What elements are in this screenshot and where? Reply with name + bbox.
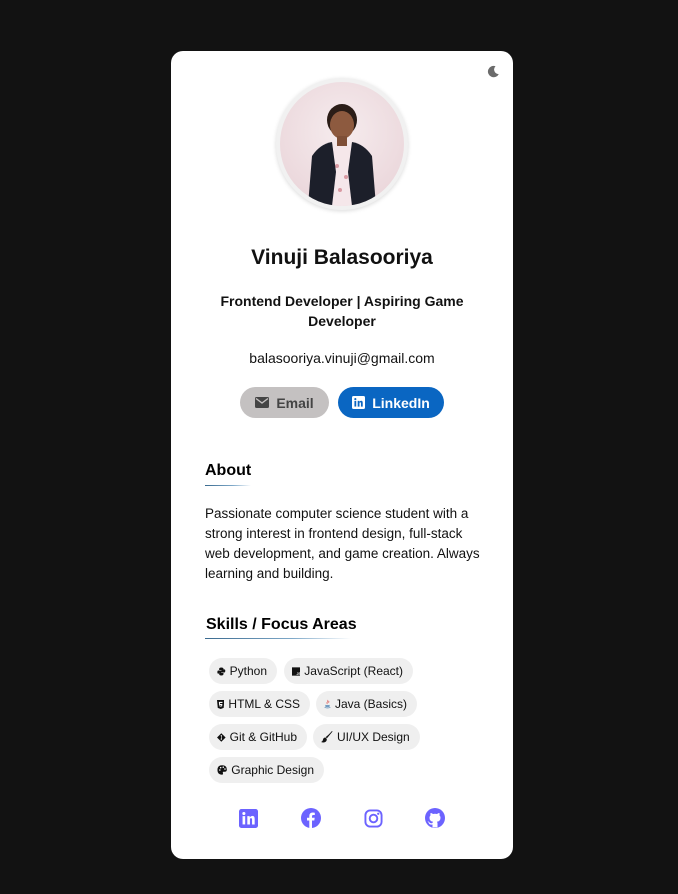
skill-label: JavaScript (React) <box>304 664 403 678</box>
skill-label: Java (Basics) <box>334 697 407 711</box>
about-text: Passionate computer science student with… <box>205 506 480 581</box>
linkedin-button[interactable]: LinkedIn <box>338 387 444 418</box>
about-underline <box>205 485 251 486</box>
instagram-link[interactable] <box>362 807 384 829</box>
skills-underline <box>205 638 351 639</box>
avatar <box>280 82 404 206</box>
git-icon <box>217 732 226 742</box>
moon-icon <box>487 65 499 77</box>
linkedin-icon <box>238 808 258 828</box>
skill-chip: HTML & CSS <box>209 691 310 717</box>
javascript-icon: JS <box>292 666 301 675</box>
avatar-portrait <box>308 104 376 206</box>
skill-chip: Graphic Design <box>209 757 324 783</box>
theme-toggle-button[interactable] <box>485 63 501 79</box>
avatar-frame <box>276 78 408 210</box>
html5-icon <box>217 699 225 709</box>
email-button-label: Email <box>276 394 314 411</box>
facebook-link[interactable] <box>300 807 322 829</box>
linkedin-icon <box>352 396 366 409</box>
svg-text:JS: JS <box>296 671 300 675</box>
profile-name: Vinuji Balasooriya <box>251 246 433 269</box>
skill-label: UI/UX Design <box>337 730 410 744</box>
skill-label: Git & GitHub <box>229 730 297 744</box>
email-button[interactable]: Email <box>240 387 329 418</box>
skill-chip: Git & GitHub <box>209 724 307 750</box>
profile-card: Vinuji Balasooriya Frontend Developer | … <box>171 51 513 859</box>
skill-chip: JS JavaScript (React) <box>284 658 413 684</box>
python-icon <box>217 667 226 675</box>
skill-chip: Java (Basics) <box>316 691 417 717</box>
skill-label: Graphic Design <box>231 763 314 777</box>
instagram-icon <box>363 808 383 828</box>
linkedin-button-label: LinkedIn <box>372 394 430 411</box>
skill-label: HTML & CSS <box>228 697 300 711</box>
profile-email: balasooriya.vinuji@gmail.com <box>249 350 435 366</box>
brush-icon <box>321 731 333 743</box>
java-icon <box>324 699 331 709</box>
profile-title: Frontend Developer | Aspiring Game Devel… <box>220 293 464 329</box>
skills-heading: Skills / Focus Areas <box>206 616 357 633</box>
facebook-icon <box>301 808 321 828</box>
skill-chip: Python <box>209 658 277 684</box>
linkedin-link[interactable] <box>237 807 259 829</box>
envelope-icon <box>255 397 270 408</box>
about-heading: About <box>205 462 252 479</box>
skill-label: Python <box>229 664 267 678</box>
github-link[interactable] <box>424 807 446 829</box>
skill-chip: UI/UX Design <box>313 724 420 750</box>
github-icon <box>425 808 445 828</box>
palette-icon <box>217 765 227 775</box>
